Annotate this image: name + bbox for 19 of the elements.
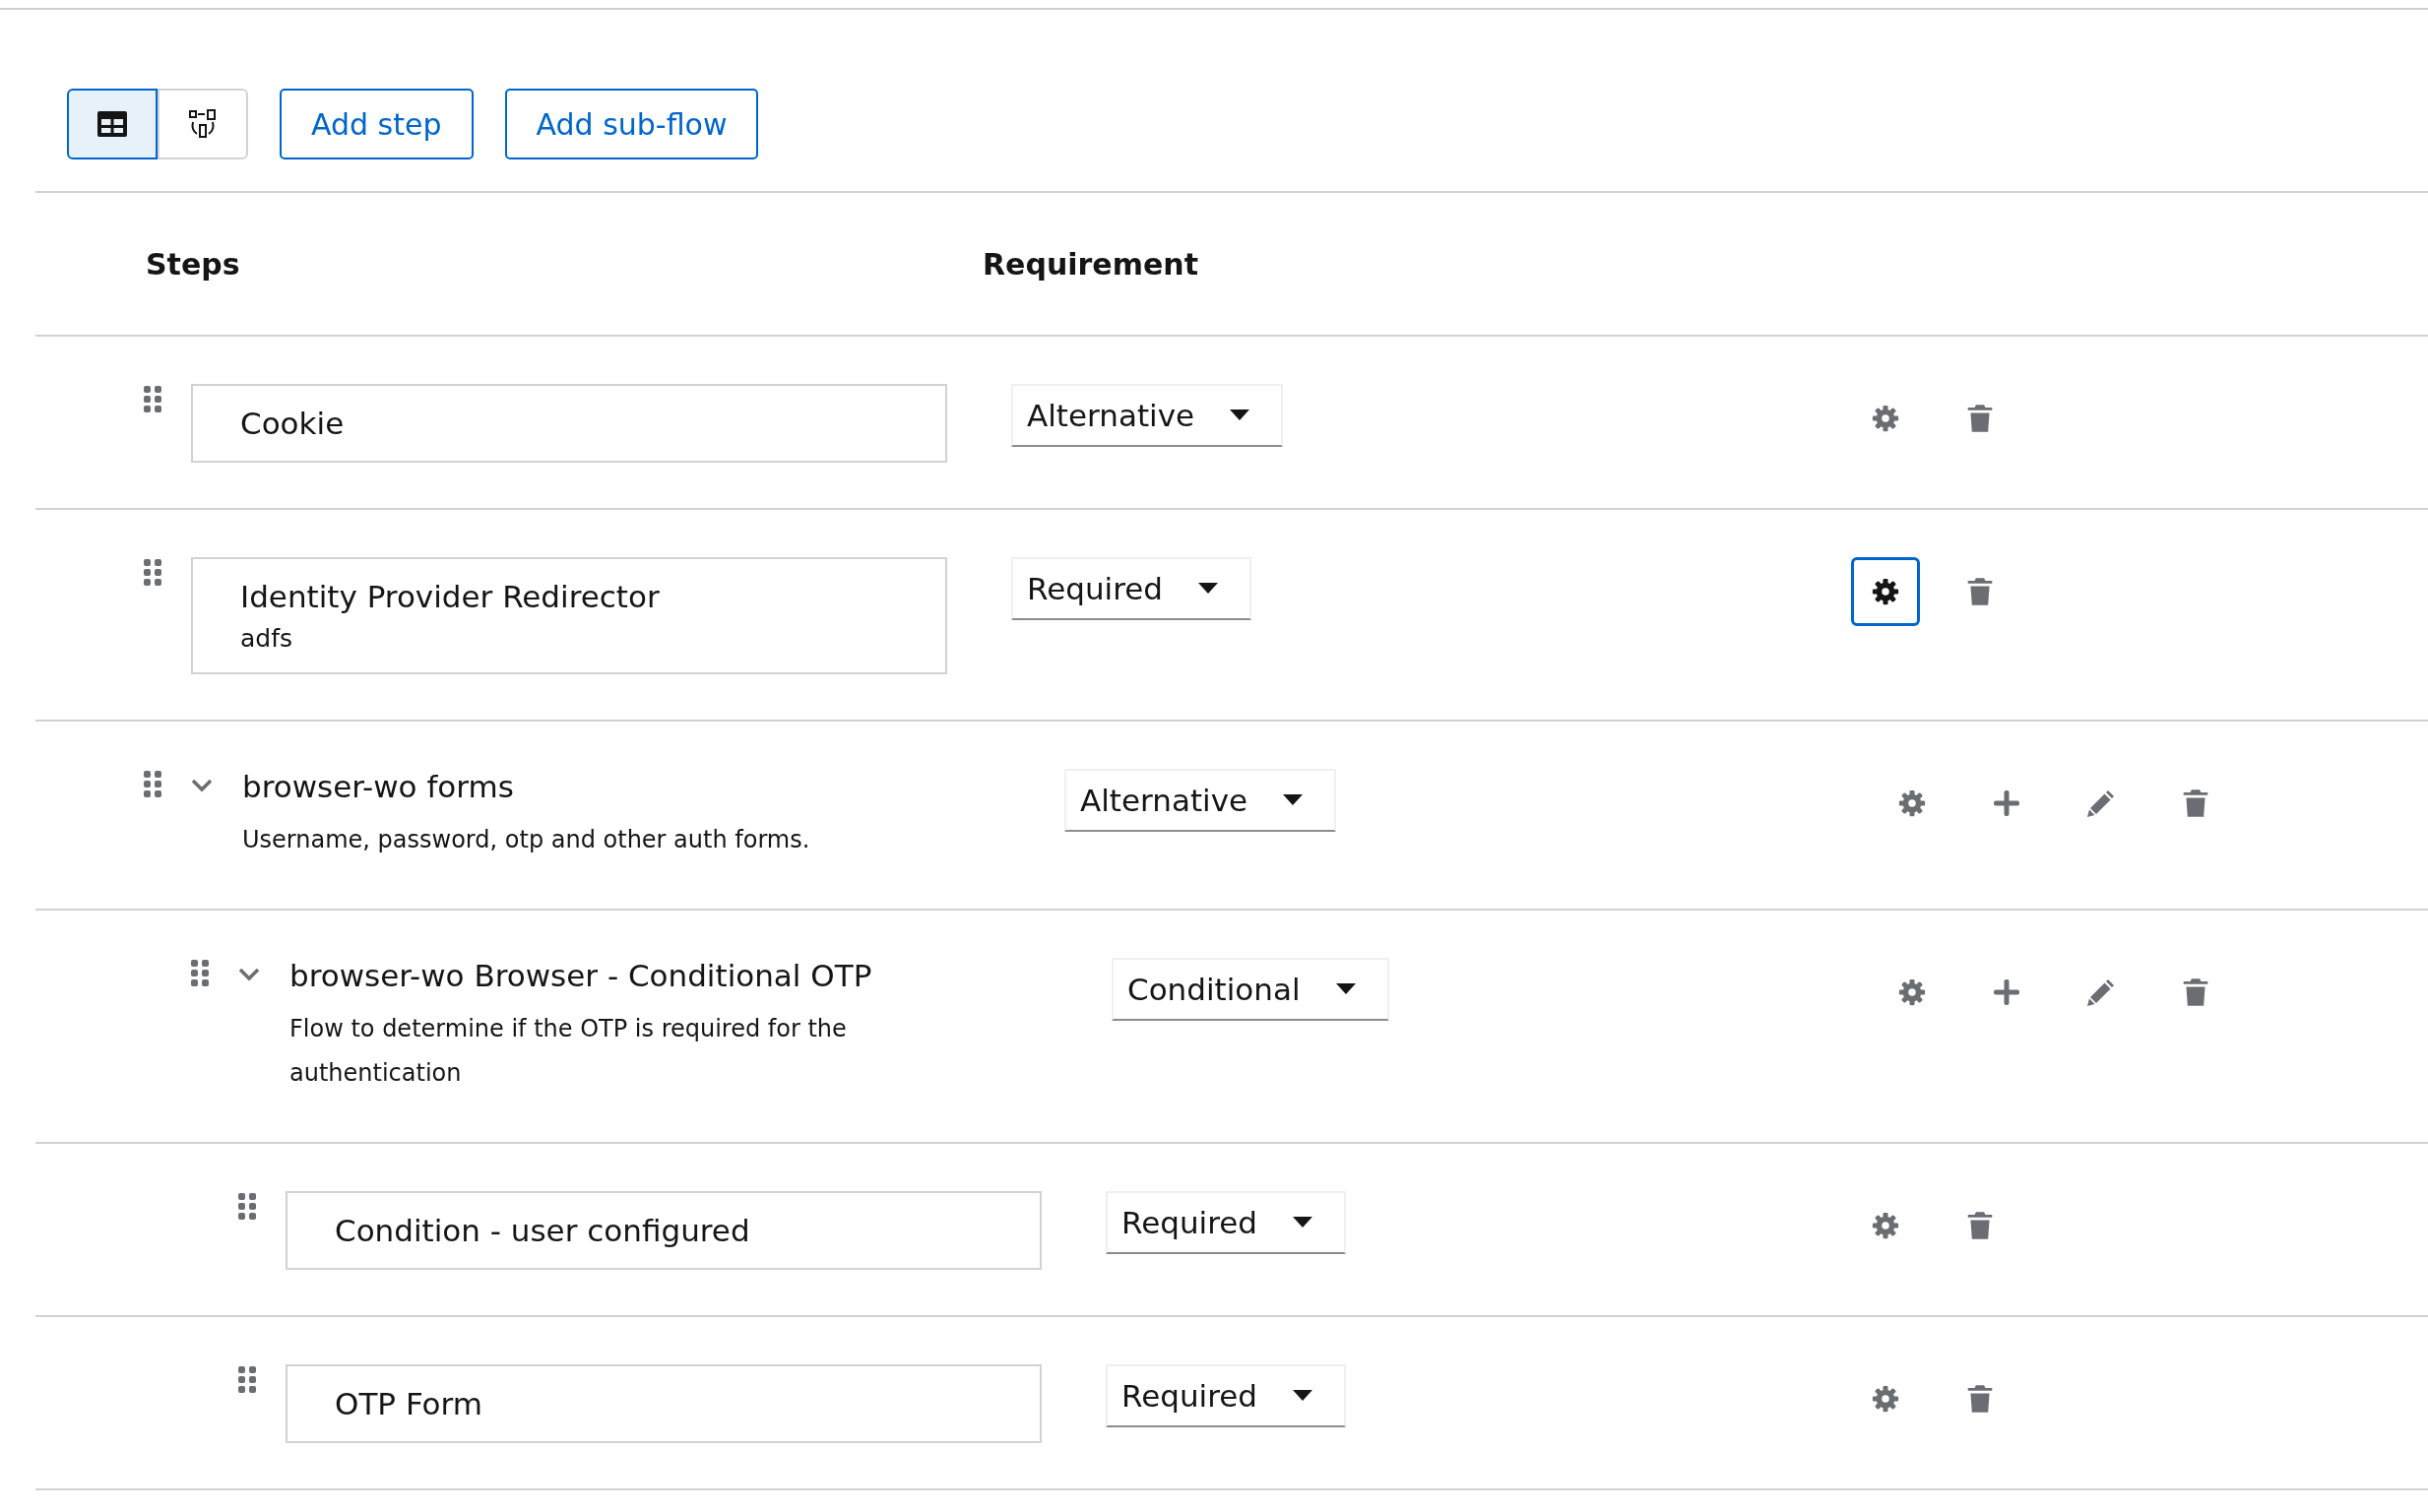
step-name: Identity Provider Redirector [240,579,661,614]
step-name: Condition - user configured [335,1212,751,1248]
step-name: OTP Form [335,1385,483,1421]
requirement-select[interactable]: Alternative [1011,384,1284,447]
flow-description: Flow to determine if the OTP is required for the authentication [289,1013,848,1090]
requirement-select[interactable]: Required [1011,557,1251,620]
flow-name: browser-wo Browser - Conditional OTP [289,957,873,993]
requirement-select[interactable]: Conditional [1112,957,1389,1021]
step-alias: adfs [240,624,293,653]
requirement-select[interactable]: Required [1106,1363,1346,1427]
add-button[interactable]: Add sub-flow [504,89,759,159]
flow-description: Username, password, otp and other auth forms. [242,825,810,855]
flow-name: browser-wo forms [242,769,515,804]
column-header: Requirement [983,246,1198,282]
step-name: Cookie [240,406,346,441]
column-header: Steps [146,246,241,282]
requirement-select[interactable]: Alternative [1064,769,1337,832]
add-button[interactable]: Add step [280,89,474,159]
requirement-select[interactable]: Required [1106,1190,1346,1254]
